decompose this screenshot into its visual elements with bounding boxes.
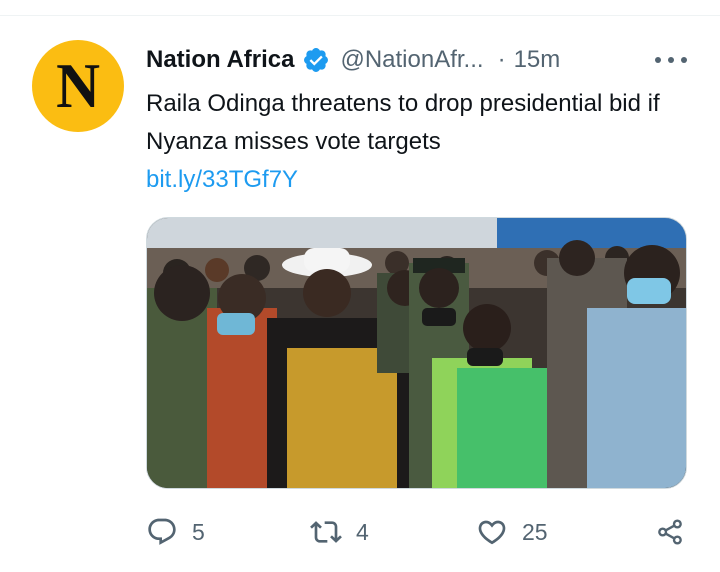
share-button[interactable] xyxy=(654,512,686,552)
top-divider xyxy=(0,15,720,16)
author-name[interactable]: Nation Africa xyxy=(146,46,294,74)
share-icon xyxy=(658,519,682,545)
like-count: 25 xyxy=(522,518,548,545)
retweet-icon xyxy=(310,521,342,543)
retweet-count: 4 xyxy=(356,518,369,545)
retweet-button[interactable]: 4 xyxy=(310,512,369,552)
tweet-link[interactable]: bit.ly/33TGf7Y xyxy=(146,161,298,199)
verified-badge-icon xyxy=(304,48,329,72)
tweet-text: Raila Odinga threatens to drop president… xyxy=(146,90,660,155)
tweet-timestamp[interactable]: 15m xyxy=(514,46,561,74)
separator-dot: · xyxy=(497,46,506,73)
reply-button[interactable]: 5 xyxy=(146,512,205,552)
tweet-actions: 5 4 25 xyxy=(146,512,691,552)
more-horizontal-icon[interactable] xyxy=(655,47,687,73)
tweet-photo[interactable] xyxy=(146,217,687,489)
tweet-header: Nation Africa @NationAfr... · 15m xyxy=(146,42,691,78)
avatar-letter: N xyxy=(56,50,100,121)
author-handle[interactable]: @NationAfr... xyxy=(340,46,483,74)
like-button[interactable]: 25 xyxy=(476,512,548,552)
reply-icon xyxy=(148,518,176,545)
reply-count: 5 xyxy=(192,518,205,545)
heart-icon xyxy=(478,520,506,545)
avatar[interactable]: N xyxy=(32,40,124,132)
